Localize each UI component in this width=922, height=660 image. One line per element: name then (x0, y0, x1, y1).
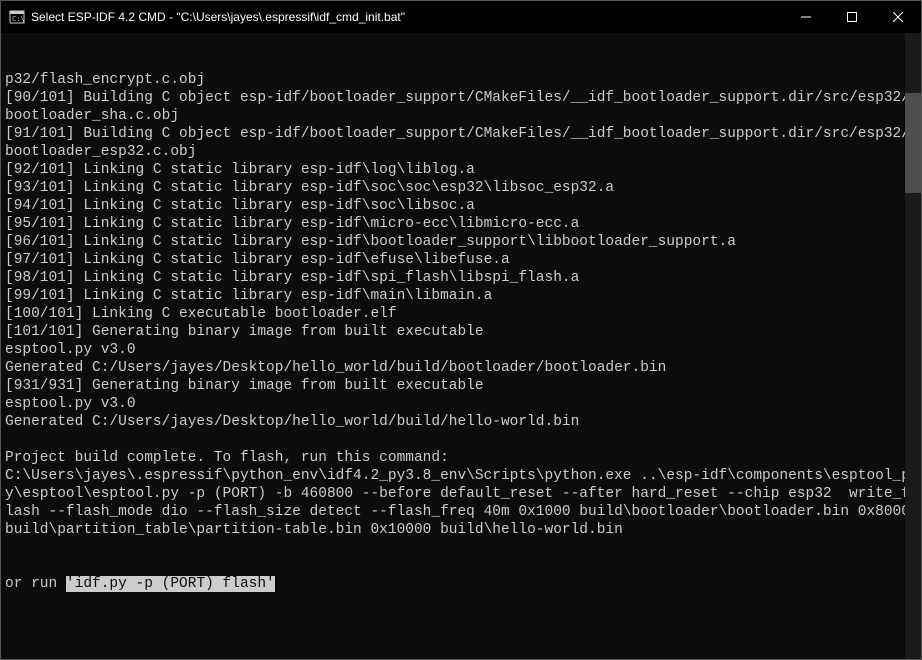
terminal-line: [101/101] Generating binary image from b… (5, 323, 917, 341)
scrollbar-track[interactable] (905, 33, 921, 659)
terminal-line: p32/flash_encrypt.c.obj (5, 71, 917, 89)
terminal-line: [97/101] Linking C static library esp-id… (5, 251, 917, 269)
terminal-line: Generated C:/Users/jayes/Desktop/hello_w… (5, 413, 917, 431)
terminal-line: [100/101] Linking C executable bootloade… (5, 305, 917, 323)
terminal-line: [91/101] Building C object esp-idf/bootl… (5, 125, 917, 161)
terminal-line: [94/101] Linking C static library esp-id… (5, 197, 917, 215)
terminal-line: C:\Users\jayes\.espressif\python_env\idf… (5, 467, 917, 539)
minimize-button[interactable] (783, 1, 829, 33)
terminal-output[interactable]: p32/flash_encrypt.c.obj[90/101] Building… (1, 33, 921, 659)
terminal-line: Generated C:/Users/jayes/Desktop/hello_w… (5, 359, 917, 377)
cmd-icon: C:\ (9, 9, 25, 25)
maximize-button[interactable] (829, 1, 875, 33)
terminal-line: esptool.py v3.0 (5, 395, 917, 413)
terminal-text: or run (5, 576, 66, 592)
highlighted-text: 'idf.py -p (PORT) flash' (66, 576, 275, 592)
terminal-window: C:\ Select ESP-IDF 4.2 CMD - "C:\Users\j… (0, 0, 922, 660)
window-controls (783, 1, 921, 33)
terminal-line: [931/931] Generating binary image from b… (5, 377, 917, 395)
titlebar[interactable]: C:\ Select ESP-IDF 4.2 CMD - "C:\Users\j… (1, 1, 921, 33)
terminal-blank (5, 629, 917, 647)
scrollbar-thumb[interactable] (905, 93, 921, 193)
terminal-line: [93/101] Linking C static library esp-id… (5, 179, 917, 197)
close-button[interactable] (875, 1, 921, 33)
window-title: Select ESP-IDF 4.2 CMD - "C:\Users\jayes… (31, 10, 783, 24)
terminal-line: [96/101] Linking C static library esp-id… (5, 233, 917, 251)
terminal-line (5, 431, 917, 449)
terminal-line: [92/101] Linking C static library esp-id… (5, 161, 917, 179)
terminal-line: [90/101] Building C object esp-idf/bootl… (5, 89, 917, 125)
terminal-line: [98/101] Linking C static library esp-id… (5, 269, 917, 287)
terminal-line: esptool.py v3.0 (5, 341, 917, 359)
terminal-line: Project build complete. To flash, run th… (5, 449, 917, 467)
terminal-line: [95/101] Linking C static library esp-id… (5, 215, 917, 233)
svg-text:C:\: C:\ (12, 15, 25, 23)
terminal-line: [99/101] Linking C static library esp-id… (5, 287, 917, 305)
